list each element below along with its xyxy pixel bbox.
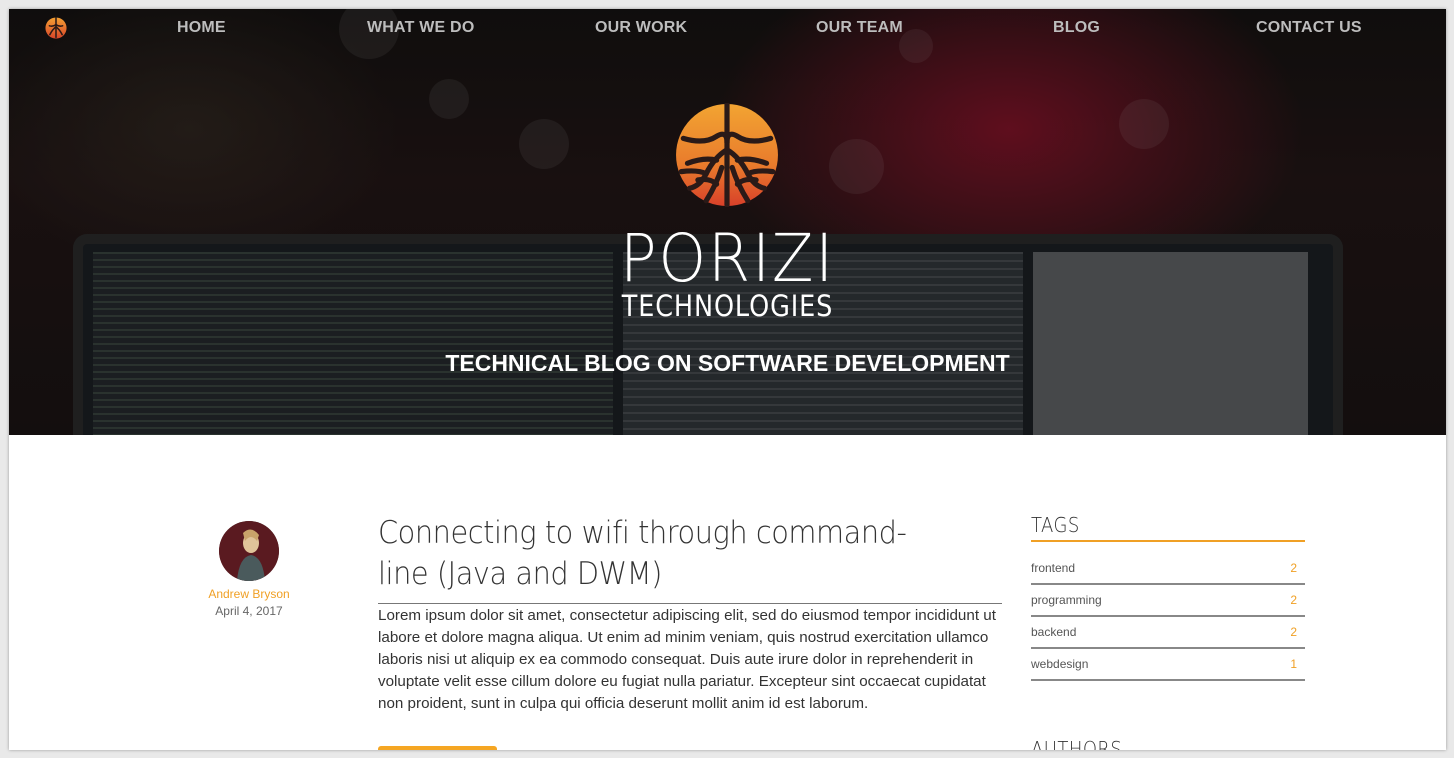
tag-name: webdesign (1031, 657, 1089, 671)
post-excerpt: Lorem ipsum dolor sit amet, consectetur … (378, 607, 996, 712)
tag-name: backend (1031, 625, 1077, 639)
tag-name: programming (1031, 593, 1102, 607)
tag-item-webdesign[interactable]: webdesign 1 (1031, 649, 1305, 681)
tag-item-backend[interactable]: backend 2 (1031, 617, 1305, 649)
brand-subtitle: TECHNOLOGIES (621, 289, 834, 323)
browser-viewport: HOME WHAT WE DO OUR WORK OUR TEAM BLOG C… (9, 9, 1446, 750)
author-avatar[interactable] (219, 521, 279, 581)
tag-count: 2 (1290, 593, 1297, 607)
read-more-button[interactable] (378, 746, 497, 750)
author-name-link[interactable]: Andrew Bryson (149, 587, 349, 601)
tag-count: 2 (1290, 561, 1297, 575)
nav-home[interactable]: HOME (177, 19, 226, 37)
title-divider (378, 603, 1002, 604)
tags-heading: TAGS (1031, 513, 1080, 537)
brand-name: PORIZI (619, 220, 836, 297)
nav-blog[interactable]: BLOG (1053, 19, 1100, 37)
post-date: April 4, 2017 (215, 604, 283, 618)
tag-count: 2 (1290, 625, 1297, 639)
post-title-link[interactable]: Connecting to wifi through command-line … (378, 513, 955, 595)
porizi-logo-icon[interactable] (45, 17, 67, 39)
hero-tagline: TECHNICAL BLOG ON SOFTWARE DEVELOPMENT (445, 350, 1010, 376)
tag-count: 1 (1290, 657, 1297, 671)
tag-item-programming[interactable]: programming 2 (1031, 585, 1305, 617)
hero-banner: HOME WHAT WE DO OUR WORK OUR TEAM BLOG C… (9, 9, 1446, 435)
authors-heading: AUTHORS (1031, 737, 1123, 750)
porizi-emblem-icon (676, 103, 778, 207)
author-photo (219, 521, 279, 581)
tag-name: frontend (1031, 561, 1076, 575)
nav-contact-us[interactable]: CONTACT US (1256, 19, 1362, 37)
tag-item-frontend[interactable]: frontend 2 (1031, 553, 1305, 585)
nav-our-work[interactable]: OUR WORK (595, 19, 687, 37)
top-navigation: HOME WHAT WE DO OUR WORK OUR TEAM BLOG C… (9, 9, 1446, 49)
tags-heading-underline (1031, 540, 1305, 542)
nav-what-we-do[interactable]: WHAT WE DO (367, 19, 474, 37)
nav-our-team[interactable]: OUR TEAM (816, 19, 903, 37)
